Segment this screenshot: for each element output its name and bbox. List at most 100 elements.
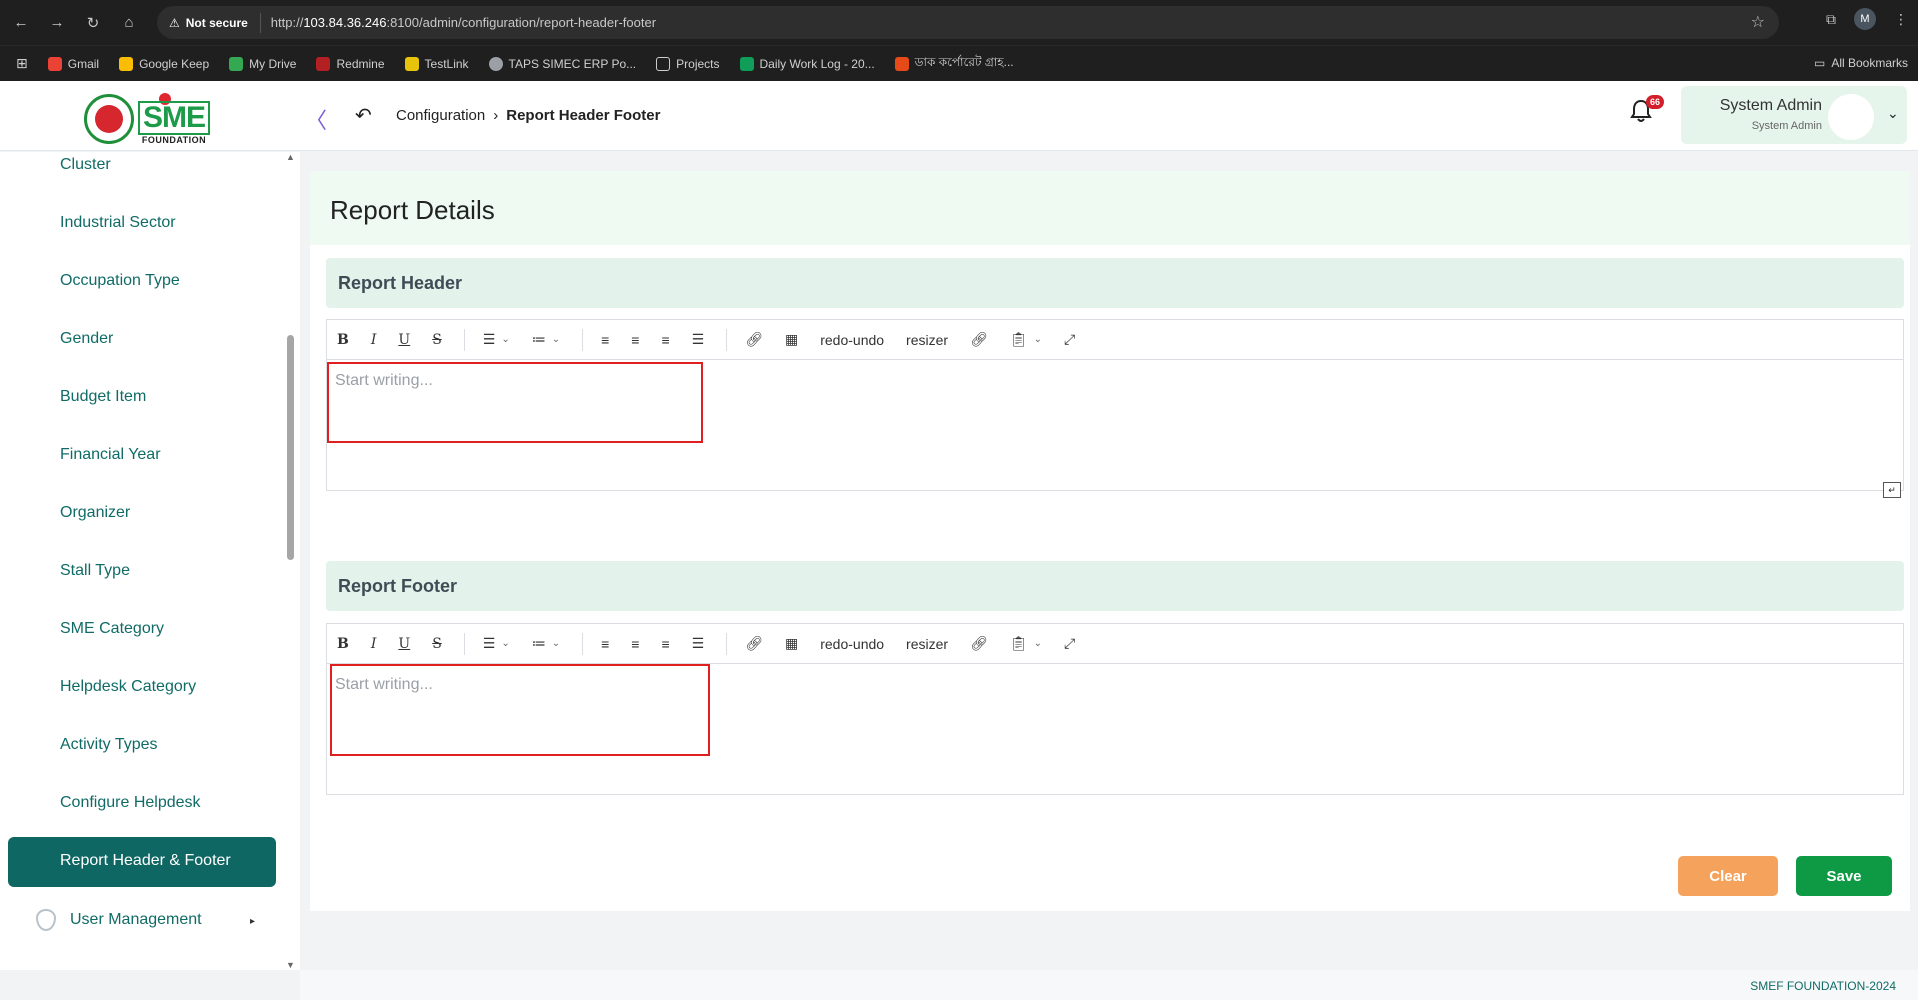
numbered-list-button[interactable]: ≔ ⌄: [532, 331, 560, 348]
fullscreen-button[interactable]: ⤢: [1064, 635, 1075, 652]
strikethrough-button[interactable]: S: [432, 636, 442, 652]
link-icon: 🔗︎: [970, 331, 988, 347]
undo-back-icon[interactable]: ↶: [355, 103, 372, 128]
sidebar-item-sme-category[interactable]: SME Category: [60, 620, 164, 638]
table-button[interactable]: ▦: [785, 635, 798, 652]
sidebar-item-industrial-sector[interactable]: Industrial Sector: [60, 214, 176, 232]
align-center-button[interactable]: ≡: [601, 636, 609, 652]
resize-handle-icon[interactable]: ↵: [1883, 482, 1901, 498]
user-menu[interactable]: System Admin System Admin ⌄: [1681, 86, 1907, 144]
breadcrumb-configuration[interactable]: Configuration: [396, 107, 485, 124]
align-center-button[interactable]: ≡: [601, 332, 609, 348]
security-indicator[interactable]: ⚠ Not secure: [169, 12, 261, 33]
bold-button[interactable]: B: [337, 332, 349, 348]
table-icon: ▦: [784, 635, 799, 651]
align-justify-icon: ☰: [691, 635, 705, 651]
bookmarks-bar: ⊞ Gmail Google Keep My Drive Redmine Tes…: [0, 45, 1918, 81]
scroll-up-icon[interactable]: ▲: [286, 152, 295, 162]
home-icon[interactable]: ⌂: [114, 8, 144, 38]
sme-logo[interactable]: SME FOUNDATION: [84, 93, 211, 145]
link-icon: 🔗︎: [745, 635, 763, 651]
underline-button[interactable]: U: [398, 636, 410, 652]
editor-toolbar: B I U S ☰ ⌄ ≔ ⌄ ≡ ≡ ≡ ☰ 🔗︎ ▦ redo-undo res…: [327, 320, 1903, 360]
bullet-list-button[interactable]: ☰ ⌄: [483, 635, 510, 652]
align-left-button[interactable]: ≡: [631, 636, 639, 652]
scrollbar-thumb[interactable]: [287, 335, 294, 560]
caret-right-icon[interactable]: ▸: [250, 916, 255, 927]
bookmark-google-keep[interactable]: Google Keep: [119, 56, 209, 71]
bookmark-projects-folder[interactable]: Projects: [656, 56, 720, 71]
reload-icon[interactable]: ↻: [78, 8, 108, 38]
bullet-list-button[interactable]: ☰ ⌄: [483, 331, 510, 348]
scroll-down-icon[interactable]: ▼: [286, 960, 295, 970]
sidebar-item-gender[interactable]: Gender: [60, 330, 113, 348]
sidebar-item-activity-types[interactable]: Activity Types: [60, 736, 158, 754]
fullscreen-button[interactable]: ⤢: [1064, 331, 1075, 348]
sidebar-scrollbar[interactable]: ▲ ▼: [284, 152, 296, 970]
menu-dots-icon[interactable]: ⋮: [1894, 11, 1908, 28]
sidebar-item-configure-helpdesk[interactable]: Configure Helpdesk: [60, 794, 201, 812]
bookmark-star-icon[interactable]: ☆: [1751, 12, 1765, 32]
align-center-icon: ≡: [601, 635, 610, 652]
bullet-list-icon: ☰: [482, 635, 496, 651]
sidebar: Cluster Industrial Sector Occupation Typ…: [0, 152, 300, 970]
sidebar-item-report-header-footer[interactable]: Report Header & Footer: [8, 837, 276, 887]
notification-bell-icon[interactable]: 66: [1630, 95, 1665, 129]
unlink-button[interactable]: 🔗︎: [970, 635, 988, 652]
strikethrough-button[interactable]: S: [432, 332, 442, 348]
bookmark-testlink[interactable]: TestLink: [404, 56, 469, 71]
align-right-button[interactable]: ≡: [661, 332, 669, 348]
resizer-button[interactable]: resizer: [906, 332, 948, 348]
forward-arrow-icon[interactable]: →: [42, 8, 72, 38]
extensions-icon[interactable]: ⧉: [1826, 11, 1836, 28]
align-right-icon: ≡: [661, 331, 670, 348]
sidebar-item-financial-year[interactable]: Financial Year: [60, 446, 161, 464]
bookmark-my-drive[interactable]: My Drive: [229, 56, 296, 71]
bookmark-dak-corporate[interactable]: ডাক কর্পোরেট গ্রাহ...: [894, 54, 1014, 74]
unlink-button[interactable]: 🔗︎: [970, 331, 988, 348]
link-button[interactable]: 🔗︎: [745, 635, 763, 652]
resizer-button[interactable]: resizer: [906, 636, 948, 652]
sidebar-item-organizer[interactable]: Organizer: [60, 504, 130, 522]
report-header-input[interactable]: Start writing... ↵: [327, 360, 1903, 498]
avatar: [1828, 94, 1874, 140]
sidebar-item-helpdesk-category[interactable]: Helpdesk Category: [60, 678, 196, 696]
clear-button[interactable]: Clear: [1678, 856, 1778, 896]
bookmark-daily-work-log[interactable]: Daily Work Log - 20...: [739, 56, 875, 71]
save-button[interactable]: Save: [1796, 856, 1892, 896]
address-bar[interactable]: ⚠ Not secure http://103.84.36.246:8100/a…: [157, 6, 1779, 39]
bookmark-gmail[interactable]: Gmail: [47, 56, 99, 71]
underline-button[interactable]: U: [398, 332, 410, 348]
paste-button[interactable]: 📋︎ ⌄: [1010, 635, 1042, 652]
shield-icon: [36, 909, 56, 931]
table-button[interactable]: ▦: [785, 331, 798, 348]
link-button[interactable]: 🔗︎: [745, 331, 763, 348]
italic-button[interactable]: I: [371, 332, 377, 348]
sidebar-item-cluster[interactable]: Cluster: [60, 156, 111, 174]
all-bookmarks-folder[interactable]: ▭ All Bookmarks: [1814, 56, 1908, 70]
italic-button[interactable]: I: [371, 636, 377, 652]
align-left-button[interactable]: ≡: [631, 332, 639, 348]
chevron-down-icon[interactable]: ⌄: [1887, 105, 1899, 122]
numbered-list-button[interactable]: ≔ ⌄: [532, 635, 560, 652]
bold-button[interactable]: B: [337, 636, 349, 652]
link-icon: 🔗︎: [970, 635, 988, 651]
sidebar-item-stall-type[interactable]: Stall Type: [60, 562, 130, 580]
redo-undo-button[interactable]: redo-undo: [820, 332, 884, 348]
bookmark-taps-simec[interactable]: TAPS SIMEC ERP Po...: [488, 56, 636, 71]
sidebar-item-user-management[interactable]: User Management: [36, 909, 202, 931]
back-arrow-icon[interactable]: ←: [6, 8, 36, 38]
profile-avatar[interactable]: M: [1854, 8, 1876, 30]
align-justify-button[interactable]: ☰: [692, 331, 705, 348]
report-footer-input[interactable]: Start writing...: [327, 664, 1903, 794]
paste-button[interactable]: 📋︎ ⌄: [1010, 331, 1042, 348]
apps-grid-icon[interactable]: ⊞: [16, 55, 28, 72]
align-justify-button[interactable]: ☰: [692, 635, 705, 652]
bookmark-redmine[interactable]: Redmine: [316, 56, 385, 71]
collapse-sidebar-icon[interactable]: 〈: [305, 103, 327, 135]
sidebar-item-occupation-type[interactable]: Occupation Type: [60, 272, 180, 290]
sidebar-item-budget-item[interactable]: Budget Item: [60, 388, 146, 406]
align-right-button[interactable]: ≡: [661, 636, 669, 652]
redo-undo-button[interactable]: redo-undo: [820, 636, 884, 652]
report-footer-editor: B I U S ☰ ⌄ ≔ ⌄ ≡ ≡ ≡ ☰ 🔗︎ ▦ redo-undo res…: [326, 623, 1904, 795]
